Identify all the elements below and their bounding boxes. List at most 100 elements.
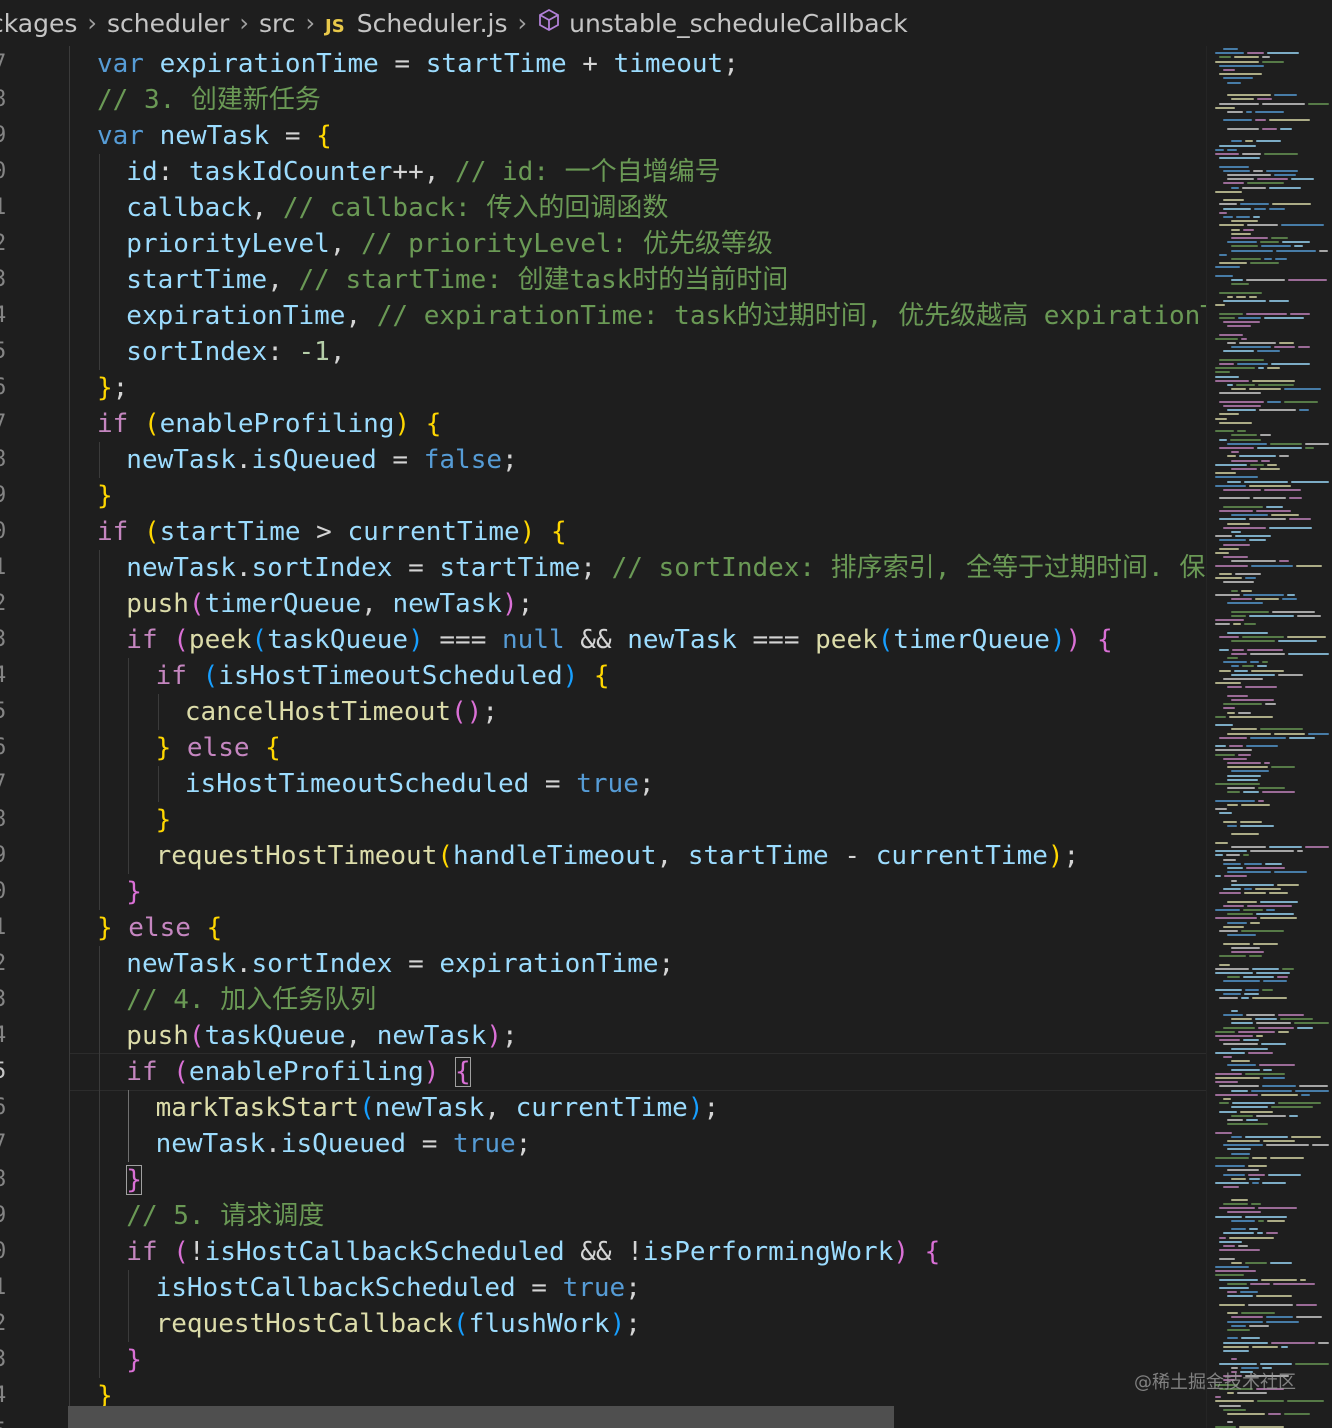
code-line[interactable]: push(timerQueue, newTask); — [126, 586, 533, 622]
minimap-line — [1227, 1291, 1237, 1294]
code-line[interactable]: } — [126, 1342, 142, 1378]
minimap-line — [1301, 1093, 1310, 1096]
code-token: else — [112, 913, 207, 943]
minimap-line — [1257, 350, 1280, 353]
code-token: flushWork — [468, 1309, 610, 1339]
code-token: ; — [502, 445, 518, 475]
code-line[interactable]: push(taskQueue, newTask); — [126, 1018, 517, 1054]
minimap-line — [1267, 367, 1280, 370]
minimap-line — [1231, 883, 1274, 886]
minimap-line — [1215, 917, 1257, 920]
code-line[interactable]: if (enableProfiling) { — [97, 406, 441, 442]
minimap-line — [1262, 791, 1295, 794]
breadcrumb-item[interactable]: src — [257, 9, 298, 38]
code-line[interactable]: if (!isHostCallbackScheduled && !isPerfo… — [126, 1234, 940, 1270]
minimap-line — [1215, 371, 1230, 374]
code-token: newTask — [126, 445, 236, 475]
minimap-line — [1219, 1110, 1237, 1113]
code-line[interactable]: // 3. 创建新任务 — [97, 82, 321, 118]
minimap-line — [1215, 367, 1255, 370]
breadcrumb-item[interactable]: unstable_scheduleCallback — [535, 8, 910, 38]
code-line[interactable]: newTask.isQueued = true; — [156, 1126, 532, 1162]
minimap-line — [1272, 610, 1315, 613]
code-token: ( — [359, 1093, 375, 1123]
code-line[interactable]: } else { — [97, 910, 222, 946]
minimap-line — [1215, 535, 1232, 538]
minimap-line — [1224, 875, 1247, 878]
code-token: { — [206, 913, 223, 943]
line-number: 2 — [0, 946, 26, 982]
code-line[interactable]: expirationTime, // expirationTime: task的… — [126, 298, 1206, 334]
code-line[interactable]: if (startTime > currentTime) { — [97, 514, 567, 550]
minimap-line — [1259, 409, 1296, 412]
minimap-line — [1249, 539, 1266, 542]
minimap-line — [1223, 1098, 1231, 1100]
code-line[interactable]: } else { — [156, 730, 281, 766]
code-line[interactable]: } — [126, 874, 142, 910]
minimap-line — [1215, 1081, 1238, 1084]
code-editor[interactable]: 789012345678901234567890123456789012345 … — [0, 46, 1206, 1428]
minimap-line — [1240, 825, 1274, 827]
minimap[interactable] — [1206, 46, 1332, 1428]
minimap-line — [1239, 1425, 1284, 1428]
line-number: 2 — [0, 1306, 26, 1342]
breadcrumb-item[interactable]: ckages — [0, 9, 79, 38]
code-token: . — [265, 1129, 281, 1159]
code-line[interactable]: }; — [97, 370, 128, 406]
minimap-line — [1266, 505, 1283, 508]
code-line[interactable]: newTask.isQueued = false; — [126, 442, 517, 478]
minimap-line — [1250, 850, 1294, 853]
code-line[interactable]: isHostTimeoutScheduled = true; — [185, 766, 655, 802]
minimap-line — [1241, 804, 1270, 806]
code-line[interactable]: startTime, // startTime: 创建task时的当前时间 — [126, 262, 788, 298]
minimap-line — [1215, 1215, 1242, 1218]
line-number: 3 — [0, 622, 26, 658]
minimap-line — [1266, 1316, 1293, 1319]
minimap-line — [1245, 988, 1259, 991]
code-line[interactable]: requestHostTimeout(handleTimeout, startT… — [156, 838, 1080, 874]
line-number: 7 — [0, 406, 26, 442]
minimap-line — [1231, 1060, 1250, 1063]
breadcrumb-item[interactable]: JS Scheduler.js — [323, 9, 509, 38]
code-token: // 4. 加入任务队列 — [126, 985, 377, 1015]
code-line[interactable]: cancelHostTimeout(); — [185, 694, 498, 730]
code-line[interactable]: // 4. 加入任务队列 — [126, 982, 376, 1018]
code-token: === — [736, 625, 816, 655]
code-line[interactable]: } — [126, 1162, 142, 1198]
minimap-line — [1243, 976, 1274, 979]
minimap-line — [1244, 888, 1252, 890]
minimap-line — [1227, 825, 1237, 827]
code-line[interactable]: if (peek(taskQueue) === null && newTask … — [126, 622, 1112, 658]
code-line[interactable]: newTask.sortIndex = startTime; // sortIn… — [126, 550, 1206, 586]
horizontal-scrollbar[interactable] — [68, 1406, 894, 1428]
minimap-line — [1215, 1270, 1256, 1273]
minimap-line — [1231, 1047, 1268, 1050]
minimap-line — [1253, 942, 1278, 945]
code-token: isQueued — [251, 445, 377, 475]
minimap-line — [1229, 1236, 1274, 1239]
code-line[interactable]: } — [156, 802, 172, 838]
code-token: + — [566, 49, 614, 79]
code-line[interactable]: if (isHostTimeoutScheduled) { — [156, 658, 610, 694]
code-line[interactable]: requestHostCallback(flushWork); — [156, 1306, 641, 1342]
breadcrumb-item[interactable]: scheduler — [105, 9, 231, 38]
code-line[interactable]: markTaskStart(newTask, currentTime); — [156, 1090, 720, 1126]
code-line[interactable]: newTask.sortIndex = expirationTime; — [126, 946, 674, 982]
code-line[interactable]: sortIndex: -1, — [126, 334, 345, 370]
minimap-line — [1219, 358, 1264, 361]
minimap-line — [1231, 770, 1269, 773]
code-line[interactable]: if (enableProfiling) { — [126, 1054, 471, 1090]
code-line[interactable]: id: taskIdCounter++, // id: 一个自增编号 — [126, 154, 720, 190]
code-line[interactable]: isHostCallbackScheduled = true; — [156, 1270, 641, 1306]
code-line[interactable]: // 5. 请求调度 — [126, 1198, 324, 1234]
code-line[interactable]: } — [97, 478, 113, 514]
code-line[interactable]: callback, // callback: 传入的回调函数 — [126, 190, 668, 226]
minimap-line — [1249, 1228, 1258, 1231]
code-token: = — [392, 949, 440, 979]
minimap-line — [1256, 1114, 1286, 1117]
code-line[interactable]: var expirationTime = startTime + timeout… — [97, 46, 739, 82]
code-line[interactable]: priorityLevel, // priorityLevel: 优先级等级 — [126, 226, 773, 262]
minimap-line — [1223, 1245, 1235, 1247]
minimap-line — [1255, 598, 1279, 601]
code-line[interactable]: var newTask = { — [97, 118, 332, 154]
